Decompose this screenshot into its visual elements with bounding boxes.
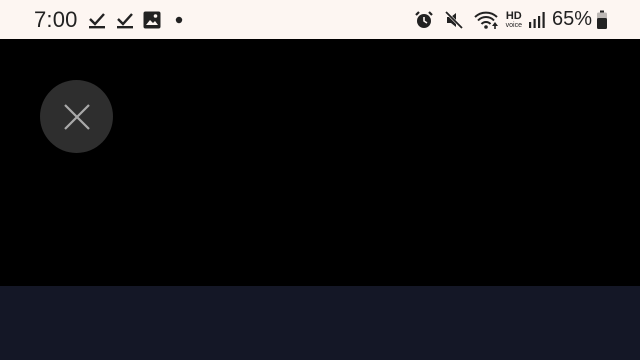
wifi-icon: [473, 10, 500, 30]
alarm-icon: [414, 10, 434, 30]
screen: 7:00 HD voice 65%: [0, 0, 640, 360]
mute-icon: [444, 10, 464, 30]
close-button[interactable]: [40, 80, 113, 153]
status-time: 7:00: [34, 6, 78, 32]
status-bar: 7:00 HD voice 65%: [0, 0, 640, 39]
signal-icon: [528, 11, 546, 29]
hd-voice-icon: HD voice: [505, 9, 522, 29]
battery-percent: 65%: [551, 8, 592, 30]
hd-label: HD: [505, 9, 522, 22]
video-area: [0, 39, 640, 286]
image-icon: [143, 11, 161, 29]
bottom-panel: [0, 286, 640, 360]
notification-dot-icon: [175, 16, 183, 24]
download-done-icon: [116, 10, 134, 30]
battery-icon: [596, 10, 608, 30]
voice-label: voice: [505, 21, 522, 29]
close-icon: [63, 103, 91, 131]
download-done-icon: [88, 10, 106, 30]
status-bar-left: 7:00: [34, 0, 183, 39]
status-bar-right: HD voice 65%: [414, 0, 608, 39]
